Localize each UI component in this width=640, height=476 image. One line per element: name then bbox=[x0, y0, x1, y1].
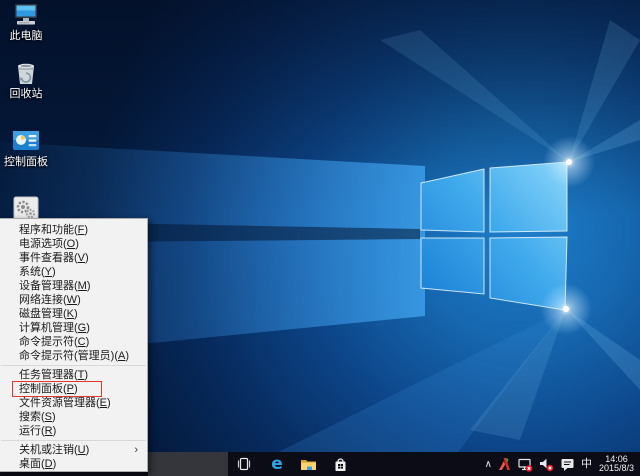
task-view-icon bbox=[237, 457, 251, 471]
menu-item-device-manager[interactable]: 设备管理器(M) bbox=[0, 279, 147, 293]
menu-separator bbox=[1, 440, 146, 441]
menu-item-command-prompt-admin[interactable]: 命令提示符(管理员)(A) bbox=[0, 349, 147, 363]
menu-item-network-connections[interactable]: 网络连接(W) bbox=[0, 293, 147, 307]
menu-item-label: 任务管理器(T) bbox=[19, 369, 89, 381]
action-center-icon bbox=[561, 458, 574, 471]
menu-item-label: 桌面(D) bbox=[19, 458, 57, 470]
menu-item-task-manager[interactable]: 任务管理器(T) bbox=[0, 368, 147, 382]
menu-item-computer-management[interactable]: 计算机管理(G) bbox=[0, 321, 147, 335]
menu-item-disk-management[interactable]: 磁盘管理(K) bbox=[0, 307, 147, 321]
input-method-indicator[interactable]: 中 bbox=[578, 452, 595, 476]
store-icon bbox=[335, 457, 345, 471]
taskbar-clock[interactable]: 14:06 2015/8/3 bbox=[595, 454, 640, 474]
file-explorer-button[interactable] bbox=[294, 452, 322, 476]
clock-date: 2015/8/3 bbox=[598, 463, 634, 473]
tray-app-icon bbox=[498, 458, 510, 470]
menu-item-label: 关机或注销(U) bbox=[19, 444, 90, 456]
show-hidden-icons-button[interactable]: ∧ bbox=[482, 452, 495, 476]
computer-icon bbox=[15, 4, 37, 25]
menu-item-label: 程序和功能(F) bbox=[19, 224, 89, 236]
menu-item-label: 电源选项(O) bbox=[19, 238, 79, 250]
volume-button[interactable] bbox=[536, 452, 557, 476]
edge-browser-button[interactable]: e bbox=[262, 452, 292, 476]
store-button[interactable] bbox=[326, 452, 354, 476]
network-status-button[interactable] bbox=[514, 452, 536, 476]
volume-muted-icon bbox=[539, 458, 554, 471]
tray-app-button[interactable] bbox=[495, 452, 514, 476]
menu-item-label: 控制面板(P) bbox=[19, 383, 78, 395]
menu-item-label: 命令提示符(管理员)(A) bbox=[19, 350, 130, 362]
menu-item-file-explorer[interactable]: 文件资源管理器(E) bbox=[0, 396, 147, 410]
taskbar-search-box[interactable] bbox=[148, 452, 228, 476]
desktop-icon-this-pc[interactable]: 此电脑 bbox=[0, 2, 52, 42]
menu-item-label: 设备管理器(M) bbox=[19, 280, 91, 292]
desktop-icon-recycle-bin[interactable]: 回收站 bbox=[0, 60, 52, 100]
chevron-up-icon: ∧ bbox=[484, 459, 492, 470]
recycle-bin-icon bbox=[18, 63, 34, 84]
menu-item-search[interactable]: 搜索(S) bbox=[0, 410, 147, 424]
system-tray: ∧ 中 14:06 2015/8/3 bbox=[482, 452, 640, 476]
menu-item-system[interactable]: 系统(Y) bbox=[0, 265, 147, 279]
menu-item-command-prompt[interactable]: 命令提示符(C) bbox=[0, 335, 147, 349]
menu-item-label: 运行(R) bbox=[19, 425, 57, 437]
menu-item-programs-and-features[interactable]: 程序和功能(F) bbox=[0, 223, 147, 237]
submenu-arrow-icon: › bbox=[134, 444, 138, 456]
menu-item-shutdown-or-signout[interactable]: 关机或注销(U) › bbox=[0, 443, 147, 457]
menu-item-label: 事件查看器(V) bbox=[19, 252, 89, 264]
task-view-button[interactable] bbox=[230, 452, 258, 476]
menu-item-label: 命令提示符(C) bbox=[19, 336, 90, 348]
menu-item-label: 计算机管理(G) bbox=[19, 322, 90, 334]
menu-item-label: 网络连接(W) bbox=[19, 294, 81, 306]
menu-item-run[interactable]: 运行(R) bbox=[0, 424, 147, 438]
edge-icon: e bbox=[271, 453, 283, 474]
menu-item-label: 文件资源管理器(E) bbox=[19, 397, 111, 409]
menu-item-label: 系统(Y) bbox=[19, 266, 56, 278]
desktop-icon-label: 回收站 bbox=[9, 88, 43, 100]
menu-separator bbox=[1, 365, 146, 366]
folder-icon bbox=[300, 460, 316, 470]
menu-item-event-viewer[interactable]: 事件查看器(V) bbox=[0, 251, 147, 265]
desktop-icon-label: 控制面板 bbox=[4, 156, 48, 168]
menu-item-desktop[interactable]: 桌面(D) bbox=[0, 457, 147, 471]
network-disconnected-icon bbox=[518, 458, 533, 472]
action-center-button[interactable] bbox=[557, 452, 578, 476]
desktop-icon-label: 此电脑 bbox=[9, 30, 43, 42]
menu-item-label: 搜索(S) bbox=[19, 411, 56, 423]
desktop-icon-control-panel[interactable]: 控制面板 bbox=[0, 128, 52, 168]
menu-item-control-panel[interactable]: 控制面板(P) bbox=[0, 381, 147, 397]
menu-item-label: 磁盘管理(K) bbox=[19, 308, 78, 320]
control-panel-icon bbox=[13, 131, 39, 150]
windows-desktop: 此电脑 回收站 控制面板 e ∧ 中 14:06 2015/8/3 程序和功能(… bbox=[0, 0, 640, 476]
winx-power-user-menu: 程序和功能(F) 电源选项(O) 事件查看器(V) 系统(Y) 设备管理器(M) 网络连接… bbox=[0, 218, 148, 472]
menu-item-power-options[interactable]: 电源选项(O) bbox=[0, 237, 147, 251]
